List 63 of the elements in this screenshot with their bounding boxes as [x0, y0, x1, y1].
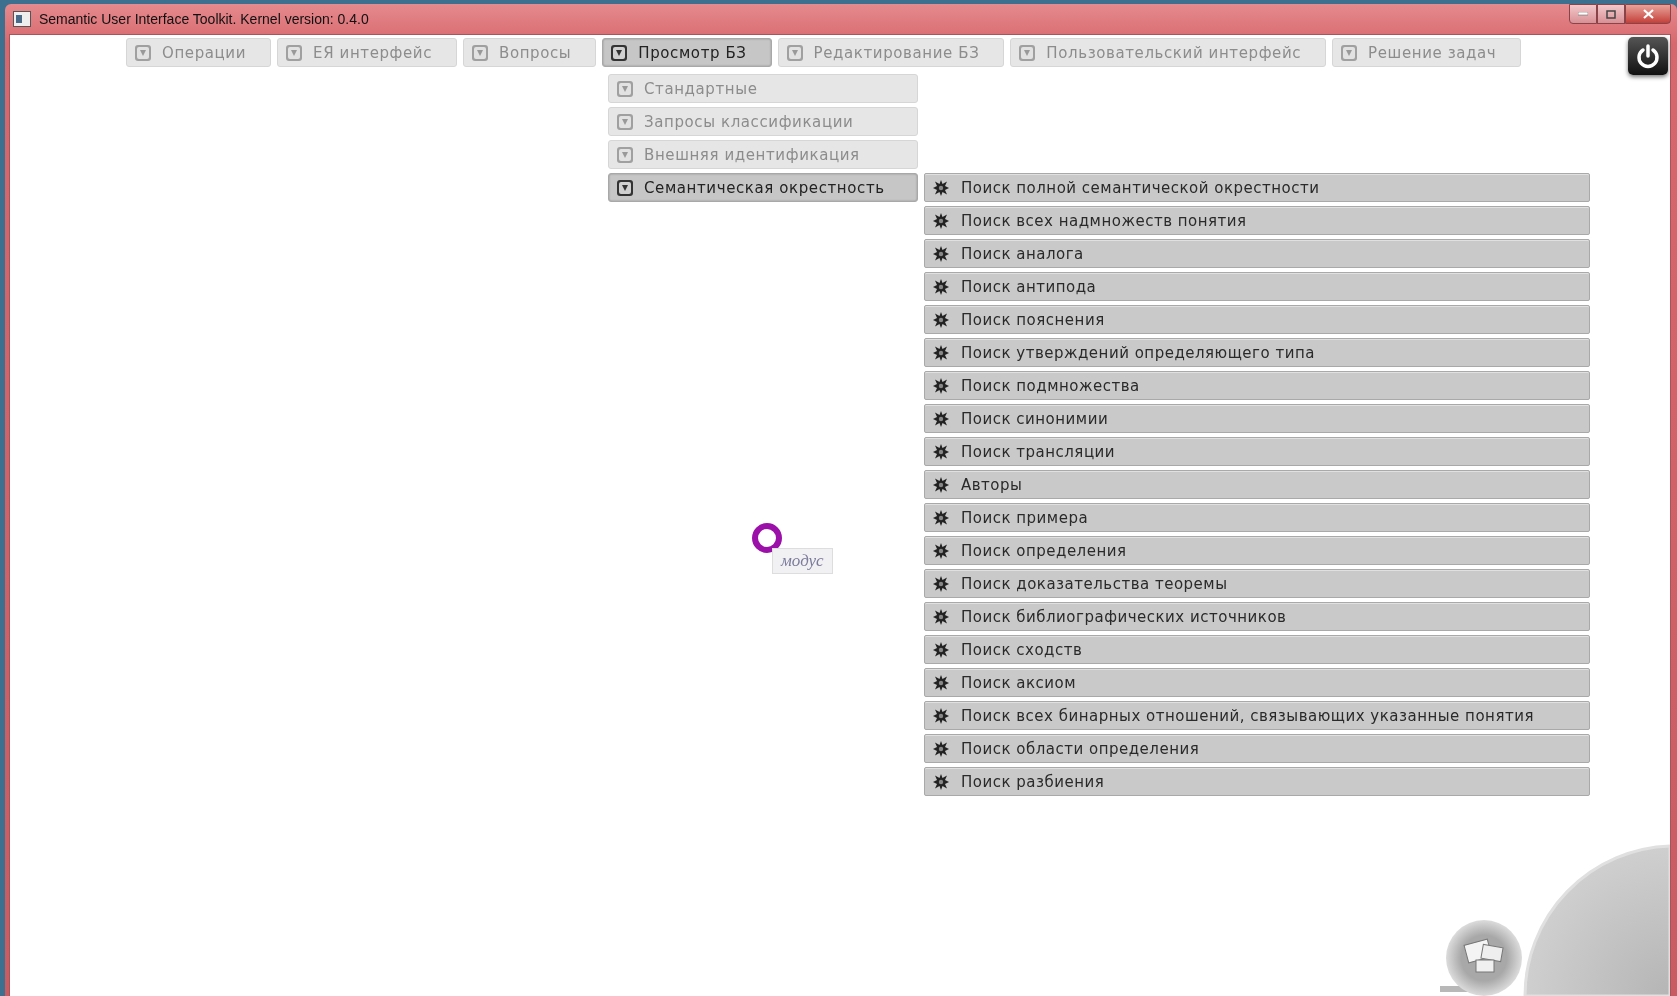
- arrow-down-icon: [616, 145, 634, 164]
- arrow-down-icon: [616, 112, 634, 131]
- command-item[interactable]: Поиск пояснения: [924, 305, 1590, 334]
- spiky-star-icon: [933, 410, 949, 427]
- command-item[interactable]: Поиск аксиом: [924, 668, 1590, 697]
- command-item[interactable]: Поиск библиографических источников: [924, 602, 1590, 631]
- power-button[interactable]: [1628, 37, 1668, 75]
- spiky-star-icon: [933, 476, 949, 493]
- maximize-button[interactable]: [1597, 4, 1625, 24]
- arrow-down-icon: [616, 79, 634, 98]
- arrow-down-icon: [471, 43, 490, 62]
- menu-tab[interactable]: Просмотр БЗ: [602, 38, 772, 67]
- command-item[interactable]: Поиск всех бинарных отношений, связывающих указанные понятия: [924, 701, 1590, 730]
- spiky-star-icon: [933, 740, 949, 757]
- command-item[interactable]: Поиск сходств: [924, 635, 1590, 664]
- arrow-down-icon: [1340, 43, 1359, 62]
- arrow-down-icon: [134, 43, 152, 62]
- command-item[interactable]: Поиск всех надмножеств понятия: [924, 206, 1590, 235]
- minimize-icon: [1578, 12, 1588, 16]
- command-item[interactable]: Поиск трансляции: [924, 437, 1590, 466]
- spiky-star-icon: [933, 377, 949, 394]
- command-item[interactable]: Авторы: [924, 470, 1590, 499]
- spiky-star-icon: [933, 443, 949, 460]
- arrow-down-icon: [610, 43, 629, 62]
- spiky-star-icon: [933, 344, 949, 361]
- command-item[interactable]: Поиск разбиения: [924, 767, 1590, 796]
- spiky-star-icon: [933, 245, 949, 262]
- maximize-icon: [1606, 9, 1616, 19]
- spiky-star-icon: [933, 707, 949, 724]
- command-item[interactable]: Поиск подмножества: [924, 371, 1590, 400]
- arrow-down-icon: [616, 178, 634, 197]
- command-item[interactable]: Поиск примера: [924, 503, 1590, 532]
- command-item[interactable]: Поиск антипода: [924, 272, 1590, 301]
- spiky-star-icon: [933, 773, 949, 790]
- submenu-item[interactable]: Семантическая окрестность: [608, 173, 918, 202]
- spiky-star-icon: [933, 575, 949, 592]
- power-icon: [1635, 43, 1661, 69]
- command-item[interactable]: Поиск определения: [924, 536, 1590, 565]
- command-item[interactable]: Поиск синонимии: [924, 404, 1590, 433]
- node-label: модус: [772, 548, 833, 574]
- close-icon: [1642, 9, 1654, 19]
- arrow-down-icon: [785, 43, 804, 62]
- spiky-star-icon: [933, 641, 949, 658]
- arrow-down-icon: [1018, 43, 1037, 62]
- spiky-star-icon: [933, 278, 949, 295]
- arrow-down-icon: [285, 43, 304, 62]
- command-item[interactable]: Поиск области определения: [924, 734, 1590, 763]
- command-item[interactable]: Поиск аналога: [924, 239, 1590, 268]
- app-icon: [13, 11, 31, 27]
- spiky-star-icon: [933, 674, 949, 691]
- node-circle[interactable]: [750, 521, 784, 555]
- close-button[interactable]: [1625, 4, 1671, 24]
- spiky-star-icon: [933, 542, 949, 559]
- command-item[interactable]: Поиск полной семантической окрестности: [924, 173, 1590, 202]
- spiky-star-icon: [933, 179, 949, 196]
- spiky-star-icon: [933, 509, 949, 526]
- minimize-button[interactable]: [1569, 4, 1597, 24]
- spiky-star-icon: [933, 212, 949, 229]
- command-item[interactable]: Поиск утверждений определяющего типа: [924, 338, 1590, 367]
- spiky-star-icon: [933, 608, 949, 625]
- window-title: Semantic User Interface Toolkit. Kernel version: 0.4.0: [39, 11, 370, 27]
- command-item[interactable]: Поиск доказательства теоремы: [924, 569, 1590, 598]
- spiky-star-icon: [933, 311, 949, 328]
